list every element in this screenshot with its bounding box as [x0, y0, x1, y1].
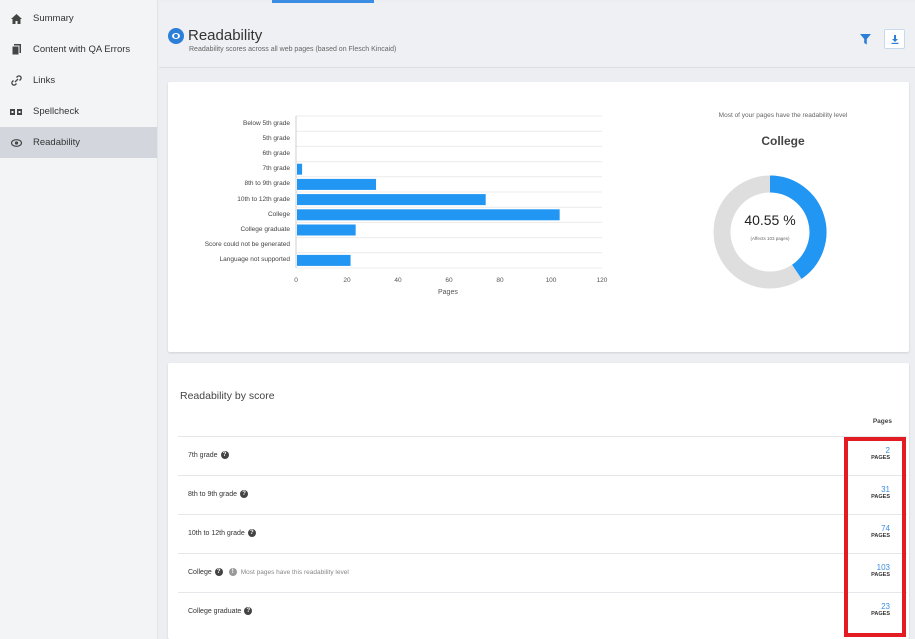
help-icon[interactable]: ?: [214, 568, 223, 576]
table-row: 7th grade? 2 PAGES: [178, 436, 907, 475]
chart-bar[interactable]: [297, 163, 303, 175]
table-row: College graduate? 23 PAGES: [178, 592, 907, 631]
chart-category-label: College graduate: [240, 226, 290, 233]
donut-intro-text: Most of your pages have the readability …: [718, 112, 848, 119]
chart-bar[interactable]: [297, 209, 560, 221]
help-icon[interactable]: ?: [244, 607, 253, 615]
page-subtitle: Readability scores across all web pages …: [189, 46, 397, 53]
donut-note: (Affects 103 pages): [750, 236, 790, 241]
chart-category-label: 5th grade: [262, 134, 290, 142]
row-label: 7th grade: [188, 451, 218, 459]
eye-icon: [10, 137, 22, 149]
row-note: Most pages have this readability level: [240, 568, 349, 576]
filter-icon: [859, 33, 871, 44]
row-label: 8th to 9th grade: [188, 490, 238, 498]
download-icon: [891, 34, 898, 44]
chart-category-label: 10th to 12th grade: [237, 195, 290, 203]
donut-level: College: [761, 134, 805, 148]
filter-button[interactable]: [856, 30, 874, 48]
info-icon: !: [228, 568, 237, 576]
sidebar-item-links[interactable]: Links: [0, 65, 157, 96]
readability-by-score-card: Readability by score Pages 7th grade? 2 …: [168, 363, 909, 639]
sidebar: Summary Content with QA Errors Links Spe…: [0, 0, 158, 639]
spellcheck-icon: [10, 106, 22, 118]
chart-category-label: Language not supported: [219, 256, 290, 264]
donut-percent: 40.55 %: [744, 212, 796, 228]
chart-category-label: Score could not be generated: [204, 241, 290, 249]
page-header: Readability Readability scores across al…: [159, 3, 915, 68]
chart-bar[interactable]: [297, 194, 486, 206]
help-icon[interactable]: ?: [247, 529, 256, 537]
row-label: College: [188, 568, 212, 576]
chart-x-axis-title: Pages: [438, 289, 458, 296]
chart-bar[interactable]: [297, 224, 356, 236]
document-icon: [10, 44, 22, 56]
row-label: College graduate: [188, 607, 242, 615]
link-icon: [10, 75, 22, 87]
chart-category-label: 6th grade: [262, 150, 290, 157]
page-title: Readability: [188, 27, 263, 44]
sidebar-item-label: Summary: [33, 13, 74, 24]
home-icon: [10, 13, 22, 25]
help-icon[interactable]: ?: [240, 490, 249, 498]
table-row: 8th to 9th grade? 31 PAGES: [178, 475, 907, 514]
readability-chart-card: Below 5th grade 5th grade 6th grade 7th gra…: [168, 82, 909, 352]
chart-bar[interactable]: [297, 178, 377, 190]
sidebar-item-content-with-qa-errors[interactable]: Content with QA Errors: [0, 34, 157, 65]
download-button[interactable]: [884, 29, 905, 49]
pages-column-highlight-box: [844, 437, 906, 637]
chart-bar[interactable]: [297, 254, 351, 266]
help-icon[interactable]: ?: [220, 451, 229, 459]
chart-x-tick-label: 40: [394, 277, 402, 284]
table-row: College?! Most pages have this readabilit…: [178, 553, 907, 592]
chart-category-label: 7th grade: [262, 165, 290, 173]
chart-category-label: Below 5th grade: [243, 119, 290, 127]
chart-x-tick-label: 60: [445, 277, 453, 284]
chart-x-tick-label: 100: [545, 277, 557, 284]
row-label: 10th to 12th grade: [188, 529, 245, 537]
chart-category-label: College: [267, 210, 290, 218]
table-title: Readability by score: [180, 390, 275, 402]
chart-x-tick-label: 80: [496, 277, 504, 284]
pages-column-header: Pages: [872, 418, 892, 425]
eye-icon: [168, 28, 184, 44]
chart-x-tick-label: 0: [294, 277, 298, 284]
sidebar-item-label: Spellcheck: [33, 106, 79, 117]
sidebar-item-label: Links: [33, 75, 56, 86]
chart-x-tick-label: 120: [596, 277, 608, 284]
readability-donut-chart: 40.55 % (Affects 103 pages): [712, 174, 828, 290]
sidebar-item-summary[interactable]: Summary: [0, 3, 157, 34]
chart-x-tick-label: 20: [343, 277, 351, 284]
sidebar-item-label: Readability: [33, 137, 80, 148]
chart-category-label: 8th to 9th grade: [244, 180, 290, 188]
table-row: 10th to 12th grade? 74 PAGES: [178, 514, 907, 553]
sidebar-item-label: Content with QA Errors: [33, 44, 131, 55]
